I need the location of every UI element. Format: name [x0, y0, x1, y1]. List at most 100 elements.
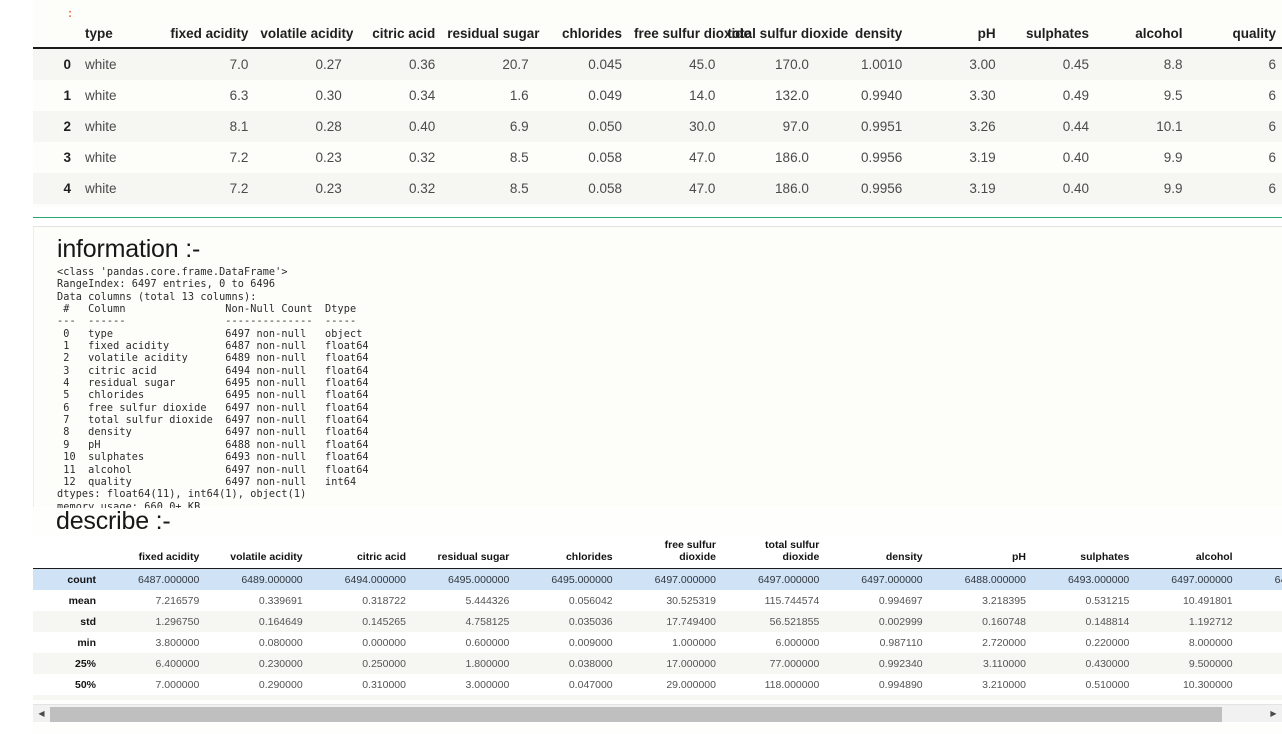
describe-col-header-citric-acid[interactable]: citric acid: [309, 536, 413, 569]
cell-total-sulfur-dioxide: 156.000000: [722, 695, 827, 700]
section-divider: [33, 217, 1282, 218]
head-col-header-fixed-acidity[interactable]: fixed acidity: [161, 24, 255, 49]
cell-free-sulfur-dioxide: 47.0: [628, 142, 722, 173]
cell-residual-sugar: 8.5: [441, 142, 535, 173]
cell-alcohol: 6497.000000: [1136, 568, 1240, 590]
cell-volatile-acidity: 0.400000: [206, 695, 310, 700]
describe-col-header-alcohol[interactable]: alcohol: [1136, 536, 1240, 569]
cell-sulphates: 0.40: [1001, 173, 1096, 204]
head-col-header-citric-acid[interactable]: citric acid: [347, 24, 442, 49]
head-col-header-alcohol[interactable]: alcohol: [1095, 24, 1189, 49]
cell-ph: 3.110000: [929, 653, 1033, 674]
information-panel: information :- <class 'pandas.core.frame…: [33, 226, 1282, 513]
describe-col-header-volatile-acidity[interactable]: volatile acidity: [206, 536, 310, 569]
cell-alcohol: 9.9: [1095, 142, 1189, 173]
cell-chlorides: 0.058: [534, 142, 629, 173]
describe-scroll-viewport[interactable]: fixed acidity volatile acidity citric ac…: [33, 536, 1282, 700]
cell-quality: 6: [1188, 80, 1282, 111]
cell-free-sulfur-dioxide: 17.749400: [619, 611, 723, 632]
head-col-header-quality[interactable]: quality: [1188, 24, 1282, 49]
cell-sulphates: 0.45: [1001, 48, 1096, 80]
cell-citric-acid: 0.34: [347, 80, 442, 111]
scroll-right-arrow-icon[interactable]: ▶: [1265, 705, 1282, 723]
describe-stat-label: mean: [33, 590, 103, 611]
head-col-header-chlorides[interactable]: chlorides: [534, 24, 629, 49]
table-row: 1 white 6.3 0.30 0.34 1.6 0.049 14.0 132…: [33, 80, 1282, 111]
cell-type: white: [79, 111, 161, 142]
cell-density: 0.994697: [826, 590, 930, 611]
scrollbar-track[interactable]: [50, 705, 1265, 723]
cell-residual-sugar: 8.100000: [412, 695, 517, 700]
cell-residual-sugar: 5.444326: [412, 590, 517, 611]
cell-total-sulfur-dioxide: 97.0: [721, 111, 815, 142]
cell-sulphates: 0.531215: [1032, 590, 1137, 611]
cell-chlorides: 0.047000: [516, 674, 620, 695]
describe-col-header-free-sulfur-dioxide[interactable]: free sulfur dioxide: [619, 536, 723, 569]
describe-col-header-residual-sugar[interactable]: residual sugar: [412, 536, 517, 569]
dataframe-info-output: <class 'pandas.core.frame.DataFrame'> Ra…: [57, 267, 369, 513]
scroll-left-arrow-icon[interactable]: ◀: [33, 705, 50, 723]
describe-col-header-quality[interactable]: quality: [1239, 536, 1282, 569]
describe-col-header-ph[interactable]: pH: [929, 536, 1033, 569]
head-col-header-type[interactable]: type: [79, 24, 161, 49]
cell-sulphates: 0.148814: [1032, 611, 1137, 632]
describe-col-header-total-sulfur-dioxide[interactable]: total sulfur dioxide: [722, 536, 827, 569]
cell-fixed-acidity: 7.2: [161, 142, 255, 173]
head-col-header-sulphates[interactable]: sulphates: [1001, 24, 1096, 49]
cell-quality: 6: [1188, 48, 1282, 80]
cell-fixed-acidity: 8.1: [161, 111, 255, 142]
cell-density: 0.9956: [814, 142, 909, 173]
cell-density: 0.002999: [826, 611, 930, 632]
describe-col-header-density[interactable]: density: [826, 536, 930, 569]
scrollbar-thumb[interactable]: [50, 706, 1223, 722]
cell-quality: 6: [1188, 173, 1282, 204]
head-col-header-residual-sugar[interactable]: residual sugar: [441, 24, 540, 49]
cell-volatile-acidity: 0.290000: [206, 674, 310, 695]
cell-free-sulfur-dioxide: 29.000000: [619, 674, 723, 695]
head-col-header-free-sulfur-dioxide[interactable]: free sulfur dioxide: [628, 24, 751, 49]
describe-col-header-sulphates[interactable]: sulphates: [1032, 536, 1137, 569]
cell-total-sulfur-dioxide: 170.0: [721, 48, 815, 80]
cell-ph: 2.720000: [929, 632, 1033, 653]
cell-residual-sugar: 6495.000000: [412, 568, 517, 590]
cell-sulphates: 0.510000: [1032, 674, 1137, 695]
cell-ph: 3.30: [908, 80, 1002, 111]
head-col-header-ph[interactable]: pH: [908, 24, 1002, 49]
cell-residual-sugar: 6.9: [441, 111, 535, 142]
cell-sulphates: 0.220000: [1032, 632, 1137, 653]
cell-ph: 3.210000: [929, 674, 1033, 695]
cell-volatile-acidity: 0.164649: [206, 611, 310, 632]
cell-total-sulfur-dioxide: 6497.000000: [722, 568, 827, 590]
table-row: std 1.296750 0.164649 0.145265 4.758125 …: [33, 611, 1282, 632]
table-row: 4 white 7.2 0.23 0.32 8.5 0.058 47.0 186…: [33, 173, 1282, 204]
cell-sulphates: 0.40: [1001, 142, 1096, 173]
cell-free-sulfur-dioxide: 45.0: [628, 48, 722, 80]
table-row: 75% 7.700000 0.400000 0.390000 8.100000 …: [33, 695, 1282, 700]
cell-alcohol: 8.000000: [1136, 632, 1240, 653]
cell-residual-sugar: 4.758125: [412, 611, 517, 632]
describe-stat-header: [33, 536, 103, 569]
describe-col-header-fixed-acidity[interactable]: fixed acidity: [103, 536, 207, 569]
describe-stat-label: 75%: [33, 695, 103, 700]
describe-horizontal-scrollbar[interactable]: ◀ ▶: [33, 704, 1282, 723]
describe-bottom-edge: [33, 722, 1282, 723]
cell-quality: 6: [1188, 142, 1282, 173]
describe-col-header-chlorides[interactable]: chlorides: [516, 536, 620, 569]
head-col-header-total-sulfur-dioxide[interactable]: total sulfur dioxide: [721, 24, 848, 49]
cell-sulphates: 0.49: [1001, 80, 1096, 111]
cell-type: white: [79, 173, 161, 204]
cell-alcohol: 10.491801: [1136, 590, 1240, 611]
head-index-header: [33, 24, 79, 49]
cell-chlorides: 0.009000: [516, 632, 620, 653]
cell-citric-acid: 0.145265: [309, 611, 413, 632]
cell-alcohol: 9.9: [1095, 173, 1189, 204]
cell-residual-sugar: 8.5: [441, 173, 535, 204]
cell-density: 1.0010: [814, 48, 909, 80]
describe-dataframe-table: fixed acidity volatile acidity citric ac…: [33, 536, 1282, 700]
head-col-header-volatile-acidity[interactable]: volatile acidity: [254, 24, 353, 49]
row-index: 3: [33, 142, 79, 173]
row-index: 1: [33, 80, 79, 111]
notebook-output-page: : type fixed acidity volatile acidity ci…: [0, 0, 1282, 734]
table-row: 25% 6.400000 0.230000 0.250000 1.800000 …: [33, 653, 1282, 674]
cell-quality: 5.818378: [1239, 590, 1282, 611]
